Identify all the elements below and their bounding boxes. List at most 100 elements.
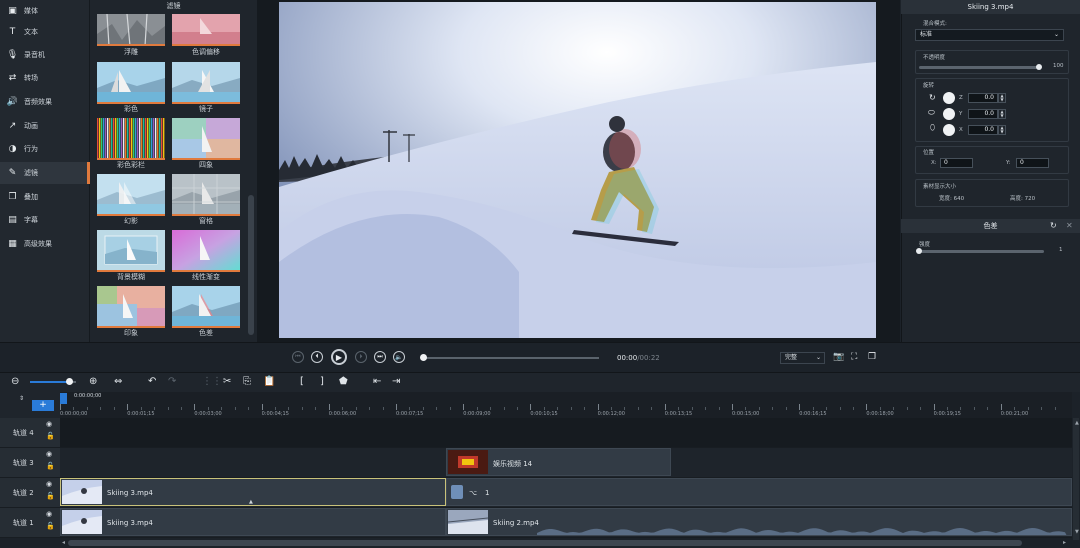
position-y-input[interactable]: 0 <box>1016 158 1049 168</box>
eye-icon[interactable]: ◉ <box>46 510 52 518</box>
filter-thumb-bg-blur[interactable] <box>97 230 165 272</box>
eye-icon[interactable]: ◉ <box>46 420 52 428</box>
lock-icon[interactable]: 🔓 <box>46 432 55 440</box>
scroll-left-icon[interactable]: ◂ <box>62 539 65 546</box>
timeline-vertical-scrollbar[interactable] <box>1073 418 1079 540</box>
rotate-z-stepper[interactable]: ▲ ▼ <box>998 93 1006 103</box>
clip-skiing2-track1[interactable]: Skiing 2.mp4 <box>446 508 1072 536</box>
filter-thumb-color-bars[interactable] <box>97 118 165 160</box>
nav-item-media[interactable]: ▣ 媒体 <box>0 0 90 22</box>
filter-thumb-linear-gradient[interactable] <box>172 230 240 272</box>
filter-thumb-pane[interactable] <box>172 174 240 216</box>
clip-skiing3-track2[interactable]: Skiing 3.mp4 ▲ <box>60 478 446 506</box>
strength-slider-track[interactable] <box>919 250 1044 253</box>
go-to-end-icon[interactable]: ⇥ <box>392 376 400 388</box>
eye-icon[interactable]: ◉ <box>46 480 52 488</box>
nav-item-transition[interactable]: ⇄ 转场 <box>0 67 90 89</box>
rotate-x-stepper[interactable]: ▲ ▼ <box>998 125 1006 135</box>
redo-icon[interactable]: ↷ <box>168 376 176 388</box>
nav-item-behavior[interactable]: ◑ 行为 <box>0 138 90 160</box>
fullscreen-icon[interactable]: ⛶ <box>851 352 857 362</box>
playback-progress-knob[interactable] <box>420 354 427 361</box>
magnet-icon[interactable]: ⇕ <box>19 395 24 402</box>
marker-icon[interactable]: ⬟ <box>339 376 348 388</box>
skip-end-button[interactable]: ⏭ <box>374 351 386 363</box>
paste-icon[interactable]: 📋 <box>263 376 275 388</box>
rotate-z-input[interactable]: 0.0 <box>968 93 998 103</box>
filter-thumb-quad[interactable] <box>172 118 240 160</box>
zoom-in-icon[interactable]: ⊕ <box>89 376 97 388</box>
lock-icon[interactable]: 🔓 <box>46 522 55 530</box>
nav-item-text[interactable]: T 文本 <box>0 21 90 43</box>
timeline-horizontal-scrollbar[interactable] <box>68 540 1022 546</box>
ruler-label: 0:00:19;15 <box>933 411 961 417</box>
cut-icon[interactable]: ✂ <box>223 376 231 388</box>
nav-item-recorder[interactable]: 🎙 录音机 <box>0 44 90 66</box>
keyframe-marker-icon[interactable]: ▲ <box>249 499 253 505</box>
filter-thumb-emboss[interactable] <box>97 14 165 46</box>
quality-select[interactable]: 完整 ⌄ <box>780 352 825 364</box>
nav-item-animation[interactable]: ↗ 动画 <box>0 115 90 137</box>
go-to-start-icon[interactable]: ⇤ <box>373 376 381 388</box>
track-row-4[interactable] <box>60 418 1072 448</box>
close-icon[interactable]: ✕ <box>1066 221 1073 230</box>
playback-progress-track[interactable] <box>423 357 599 359</box>
add-track-button[interactable]: + <box>32 400 54 411</box>
rotate-x-dial[interactable] <box>943 124 955 136</box>
split-icon[interactable]: ⋮⋮ <box>202 376 222 388</box>
filter-thumb-impression[interactable] <box>97 286 165 328</box>
undo-icon[interactable]: ↶ <box>148 376 156 388</box>
track-header-2[interactable]: 轨道 2 ◉ 🔓 <box>0 478 60 508</box>
mark-in-icon[interactable]: [ <box>300 376 304 388</box>
nav-item-overlay[interactable]: ❐ 叠加 <box>0 186 90 208</box>
rotate-z-dial[interactable] <box>943 92 955 104</box>
fit-timeline-icon[interactable]: ⇔ <box>114 376 122 388</box>
playhead-handle[interactable] <box>60 393 67 404</box>
clip-entertainment-video[interactable]: 娱乐视频 14 <box>446 448 671 476</box>
filter-thumb-color[interactable] <box>97 62 165 104</box>
filter-thumb-mirror[interactable] <box>172 62 240 104</box>
timeline-ruler[interactable]: 0:00:00;00 0:00:01;15 0:00:03;00 0:00:04;15… <box>60 392 1072 418</box>
prev-frame-button[interactable]: ⏴ <box>311 351 323 363</box>
nav-item-advanced[interactable]: ▦ 高级效果 <box>0 233 90 255</box>
track-header-3[interactable]: 轨道 3 ◉ 🔓 <box>0 448 60 478</box>
skip-start-button[interactable]: ⏮ <box>292 351 304 363</box>
zoom-out-icon[interactable]: ⊖ <box>11 376 19 388</box>
video-preview[interactable] <box>279 2 876 338</box>
nav-item-caption[interactable]: ▤ 字幕 <box>0 209 90 231</box>
opacity-slider-track[interactable] <box>919 66 1039 69</box>
rotate-x-input[interactable]: 0.0 <box>968 125 998 135</box>
lock-icon[interactable]: 🔓 <box>46 492 55 500</box>
play-button[interactable]: ▶ <box>331 349 347 365</box>
nav-item-label: 文本 <box>24 28 38 36</box>
track-header-1[interactable]: 轨道 1 ◉ 🔓 <box>0 508 60 538</box>
scroll-down-icon[interactable]: ▼ <box>1075 529 1079 535</box>
blend-mode-select[interactable]: 标准 ⌄ <box>915 29 1064 41</box>
detach-preview-icon[interactable]: ❐ <box>868 352 876 362</box>
filter-panel-scrollbar[interactable] <box>248 195 254 335</box>
copy-icon[interactable]: ⎘ <box>243 376 251 388</box>
clip-skiing3-track1[interactable]: Skiing 3.mp4 <box>60 508 446 536</box>
mark-out-icon[interactable]: ] <box>320 376 324 388</box>
filter-thumb-chromatic[interactable] <box>172 286 240 328</box>
track-header-4[interactable]: 轨道 4 ◉ 🔓 <box>0 418 60 448</box>
rotate-y-dial[interactable] <box>943 108 955 120</box>
rotate-y-input[interactable]: 0.0 <box>968 109 998 119</box>
volume-button[interactable]: 🔈 <box>393 351 405 363</box>
clip-group-track2[interactable]: ⌥ 1 <box>446 478 1072 506</box>
next-frame-button[interactable]: ⏵ <box>355 351 367 363</box>
nav-item-filter[interactable]: ✎ 滤镜 <box>0 162 90 184</box>
reset-icon[interactable]: ↻ <box>1050 221 1057 230</box>
scroll-right-icon[interactable]: ▸ <box>1063 539 1066 546</box>
nav-item-audio-effect[interactable]: 🔊 音频效果 <box>0 91 90 113</box>
scroll-up-icon[interactable]: ▲ <box>1075 420 1079 426</box>
opacity-slider-knob[interactable] <box>1036 64 1042 70</box>
eye-icon[interactable]: ◉ <box>46 450 52 458</box>
filter-thumb-hue-shift[interactable] <box>172 14 240 46</box>
filter-thumb-phantom[interactable] <box>97 174 165 216</box>
rotate-y-stepper[interactable]: ▲ ▼ <box>998 109 1006 119</box>
snapshot-icon[interactable]: 📷 <box>833 352 844 362</box>
lock-icon[interactable]: 🔓 <box>46 462 55 470</box>
position-x-input[interactable]: 0 <box>940 158 973 168</box>
strength-slider-knob[interactable] <box>916 248 922 254</box>
